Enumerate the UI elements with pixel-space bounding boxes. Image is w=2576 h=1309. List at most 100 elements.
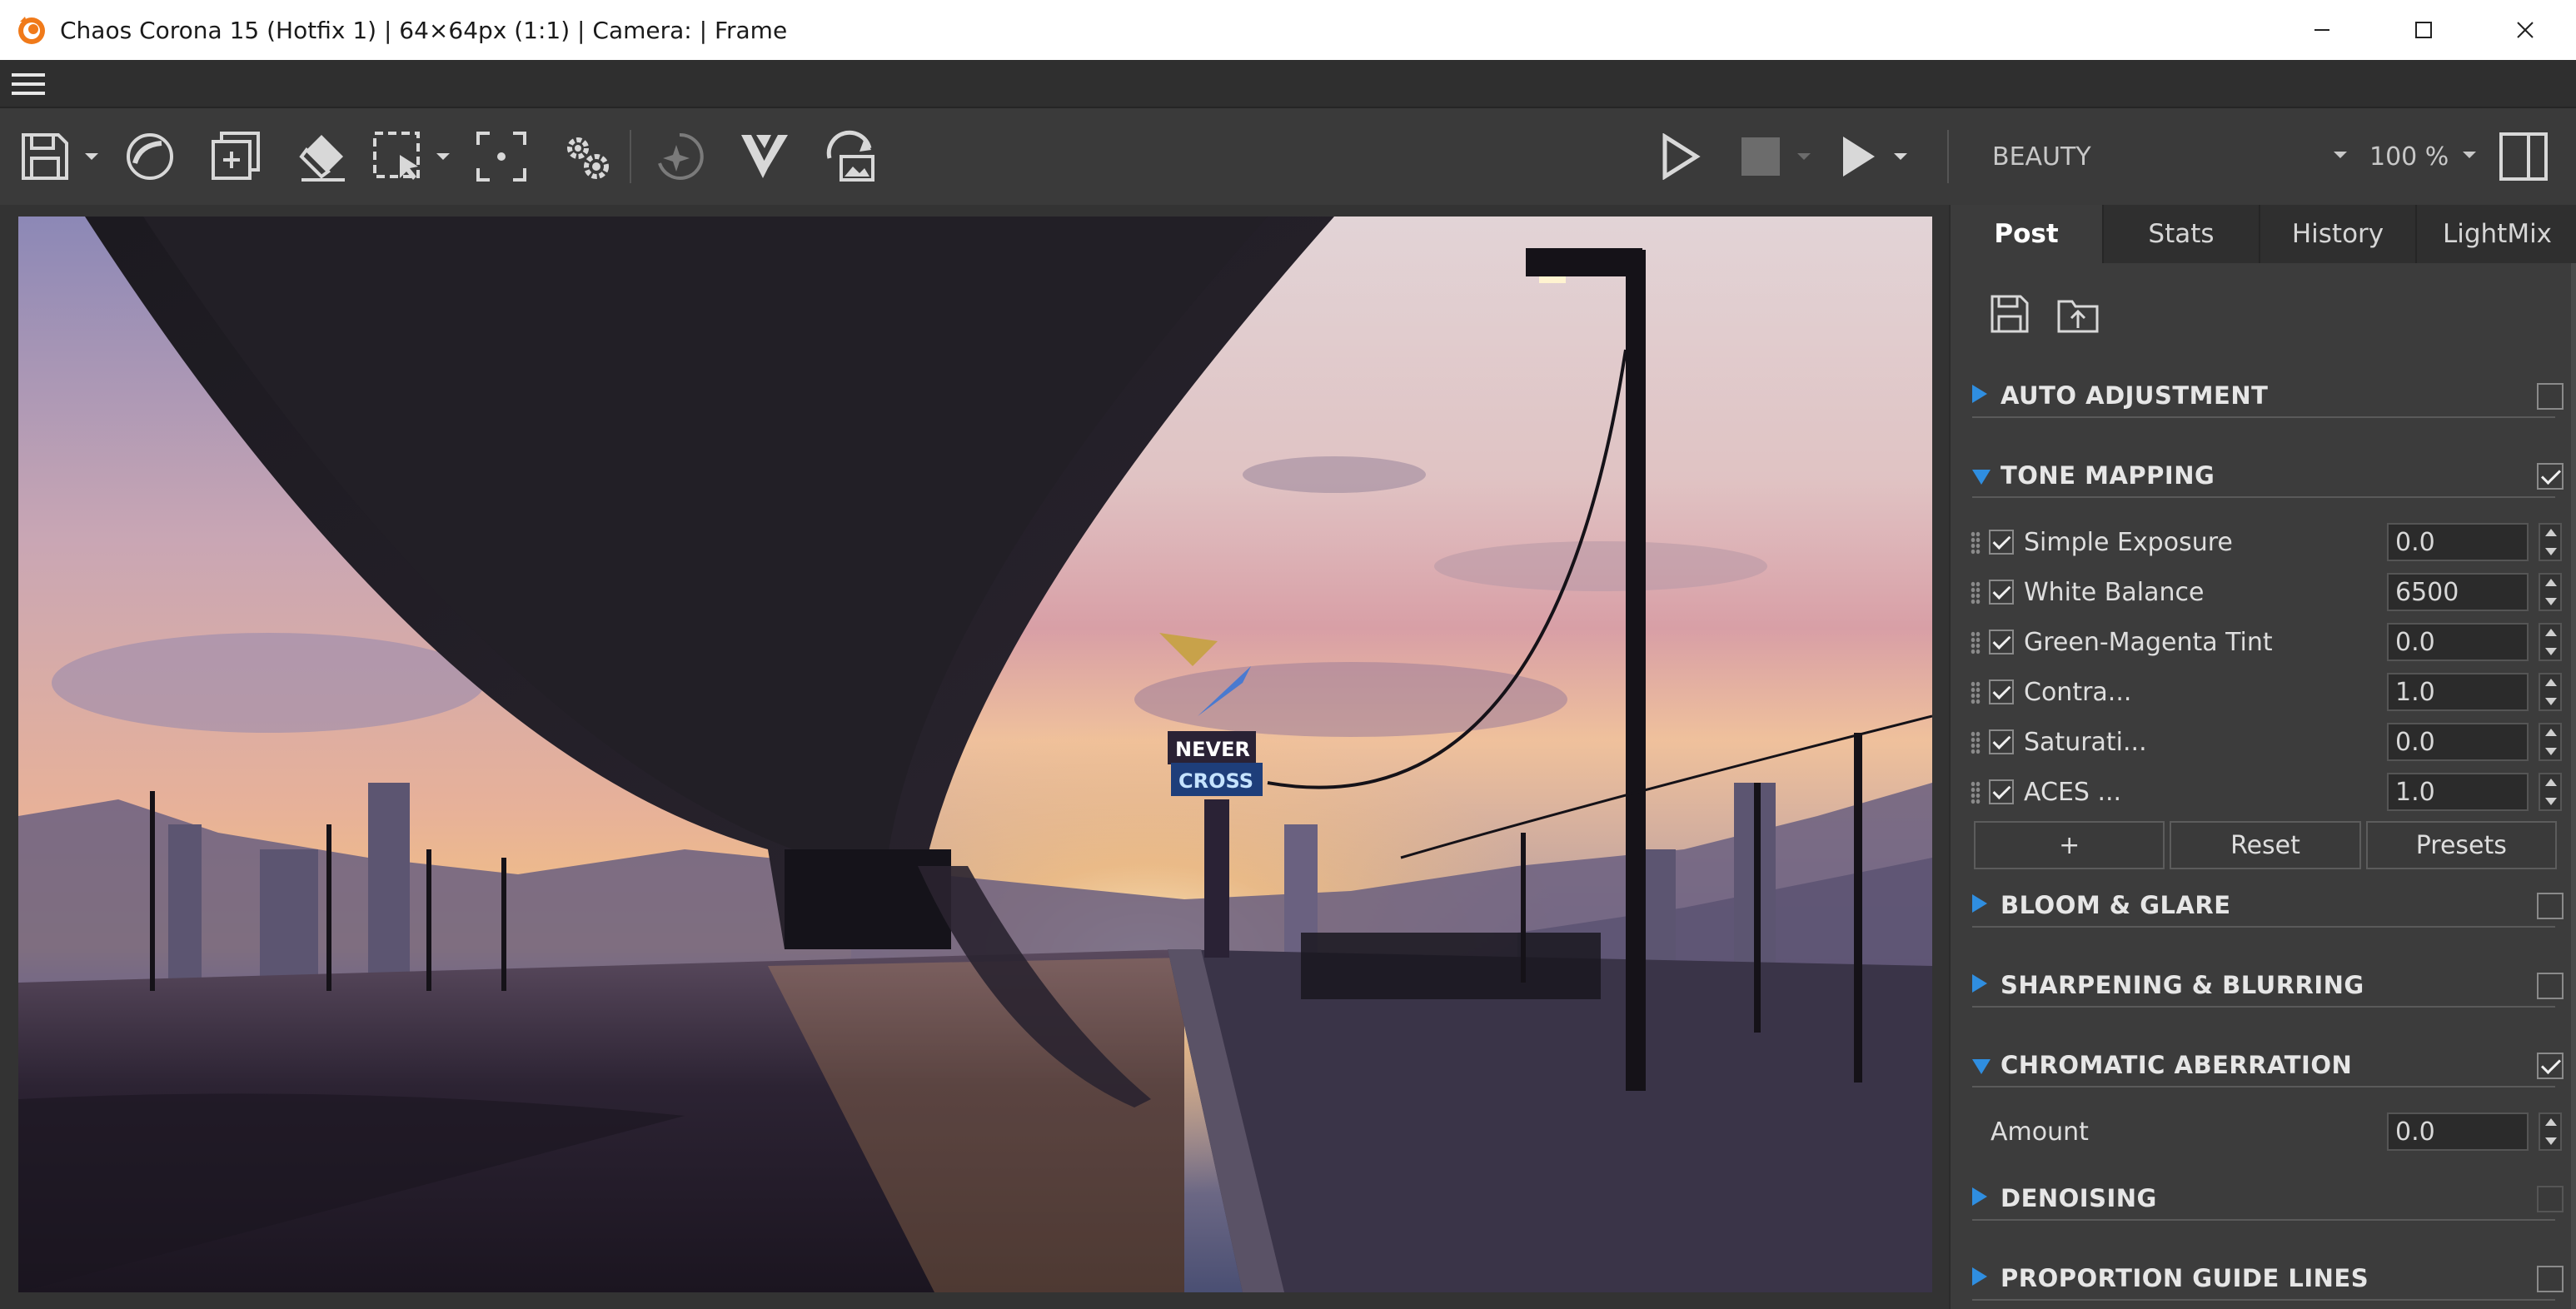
- maximize-button[interactable]: [2373, 0, 2474, 60]
- section-tone-mapping[interactable]: TONE MAPPING: [1972, 456, 2564, 498]
- load-preset-icon[interactable]: [2055, 293, 2100, 335]
- region-dropdown-icon: [436, 153, 450, 160]
- region-select-button[interactable]: [371, 128, 425, 185]
- split-view-button[interactable]: [2497, 128, 2550, 185]
- render-play-button[interactable]: [1836, 128, 1882, 185]
- section-label: CHROMATIC ABERRATION: [2001, 1051, 2353, 1079]
- spinner-arrows[interactable]: [2539, 623, 2562, 661]
- section-bloom-glare[interactable]: BLOOM & GLARE: [1972, 886, 2564, 928]
- drag-handle-icon[interactable]: [1971, 631, 1981, 654]
- tone-op-name: Contra...: [2024, 678, 2132, 707]
- proportion-guide-checkbox[interactable]: [2537, 1266, 2564, 1292]
- tone-op-checkbox[interactable]: [1989, 779, 2014, 804]
- panel-icon-bar: [1989, 293, 2100, 335]
- tone-op-checkbox[interactable]: [1989, 530, 2014, 555]
- hamburger-menu-icon[interactable]: [12, 72, 45, 97]
- render-image-button[interactable]: [823, 128, 876, 185]
- vantage-button[interactable]: [738, 128, 791, 185]
- tab-stats[interactable]: Stats: [2104, 205, 2260, 263]
- tone-op-value-field[interactable]: 0.0: [2387, 723, 2562, 761]
- denoising-checkbox[interactable]: [2537, 1186, 2564, 1212]
- tone-op-checkbox[interactable]: [1989, 679, 2014, 704]
- interactive-render-button[interactable]: [653, 128, 706, 185]
- stop-render-button[interactable]: [1737, 128, 1784, 185]
- render-sphere-button[interactable]: [123, 128, 177, 185]
- spinner-arrows[interactable]: [2539, 523, 2562, 561]
- tab-history[interactable]: History: [2260, 205, 2417, 263]
- drag-handle-icon[interactable]: [1971, 781, 1981, 804]
- vantage-icon: [741, 135, 788, 178]
- drag-handle-icon[interactable]: [1971, 531, 1981, 555]
- panel-scrollbar[interactable]: [2571, 263, 2576, 1309]
- spinner-arrows[interactable]: [2539, 1112, 2562, 1151]
- minimize-icon: [2314, 29, 2329, 31]
- section-label: BLOOM & GLARE: [2001, 891, 2231, 919]
- tone-op-checkbox[interactable]: [1989, 729, 2014, 754]
- tone-op-row: Contra... 1.0: [1971, 669, 2562, 716]
- bloom-glare-checkbox[interactable]: [2537, 893, 2564, 919]
- tone-op-value-field[interactable]: 0.0: [2387, 523, 2562, 561]
- window-title: Chaos Corona 15 (Hotfix 1) | 64×64px (1:…: [60, 16, 788, 44]
- eraser-button[interactable]: [296, 128, 350, 185]
- section-auto-adjustment[interactable]: AUTO ADJUSTMENT: [1972, 376, 2564, 418]
- spinner-arrows[interactable]: [2539, 573, 2562, 611]
- section-chromatic-aberration[interactable]: CHROMATIC ABERRATION: [1972, 1046, 2564, 1088]
- sign-never-text: NEVER: [1175, 738, 1250, 761]
- auto-adjustment-checkbox[interactable]: [2537, 383, 2564, 410]
- toolbar: BEAUTY 100 %: [0, 108, 2576, 205]
- focus-region-button[interactable]: [475, 128, 528, 185]
- region-select-icon: [373, 132, 420, 180]
- sharpening-checkbox[interactable]: [2537, 973, 2564, 999]
- tone-mapping-checkbox[interactable]: [2537, 463, 2564, 490]
- spinner-arrows[interactable]: [2539, 773, 2562, 811]
- toolbar-separator: [1947, 130, 1949, 183]
- section-sharpening-blurring[interactable]: SHARPENING & BLURRING: [1972, 966, 2564, 1008]
- add-operator-button[interactable]: +: [1974, 821, 2165, 869]
- render-pass-select[interactable]: BEAUTY: [1982, 133, 2349, 180]
- stop-dropdown[interactable]: [1794, 128, 1814, 185]
- presets-button[interactable]: Presets: [2365, 821, 2557, 869]
- tone-op-name: ACES ...: [2024, 778, 2122, 807]
- close-button[interactable]: [2474, 0, 2576, 60]
- spinner-arrows[interactable]: [2539, 723, 2562, 761]
- tone-op-value-field[interactable]: 6500: [2387, 573, 2562, 611]
- tab-post[interactable]: Post: [1951, 205, 2104, 263]
- tone-op-value-field[interactable]: 1.0: [2387, 773, 2562, 811]
- chromatic-aberration-checkbox[interactable]: [2537, 1053, 2564, 1079]
- drag-handle-icon[interactable]: [1971, 731, 1981, 754]
- expand-arrow-icon: [1972, 1187, 1987, 1206]
- tone-op-value-field[interactable]: 1.0: [2387, 673, 2562, 711]
- tone-op-value-field[interactable]: 0.0: [2387, 623, 2562, 661]
- save-dropdown[interactable]: [82, 128, 102, 185]
- render-play-icon: [1843, 137, 1875, 177]
- tone-op-checkbox[interactable]: [1989, 580, 2014, 605]
- region-dropdown[interactable]: [433, 128, 453, 185]
- tone-op-value: 1.0: [2395, 678, 2435, 707]
- section-label: PROPORTION GUIDE LINES: [2001, 1264, 2369, 1292]
- zoom-select[interactable]: 100 %: [2369, 133, 2478, 180]
- render-play-dropdown[interactable]: [1891, 128, 1911, 185]
- render-play-dropdown-icon: [1894, 153, 1907, 160]
- drag-handle-icon[interactable]: [1971, 581, 1981, 605]
- rendered-image[interactable]: NEVER CROSS: [18, 217, 1932, 1292]
- tone-op-value: 6500: [2395, 578, 2459, 607]
- settings-button[interactable]: [560, 128, 613, 185]
- section-denoising[interactable]: DENOISING: [1972, 1179, 2564, 1221]
- settings-gear-icon: [567, 137, 609, 179]
- render-sphere-icon: [127, 133, 173, 180]
- duplicate-button[interactable]: [210, 128, 263, 185]
- drag-handle-icon[interactable]: [1971, 681, 1981, 704]
- split-view-icon: [2499, 132, 2548, 181]
- amount-value-field[interactable]: 0.0: [2387, 1112, 2562, 1151]
- render-viewport-area: NEVER CROSS: [0, 205, 1949, 1309]
- section-proportion-guide-lines[interactable]: PROPORTION GUIDE LINES: [1972, 1259, 2564, 1301]
- tone-op-value: 0.0: [2395, 528, 2435, 557]
- tone-op-checkbox[interactable]: [1989, 630, 2014, 654]
- minimize-button[interactable]: [2271, 0, 2373, 60]
- reset-button[interactable]: Reset: [2170, 821, 2361, 869]
- start-render-button[interactable]: [1657, 128, 1704, 185]
- save-preset-icon[interactable]: [1989, 293, 2030, 335]
- tab-lightmix[interactable]: LightMix: [2417, 205, 2576, 263]
- spinner-arrows[interactable]: [2539, 673, 2562, 711]
- save-button[interactable]: [20, 128, 70, 185]
